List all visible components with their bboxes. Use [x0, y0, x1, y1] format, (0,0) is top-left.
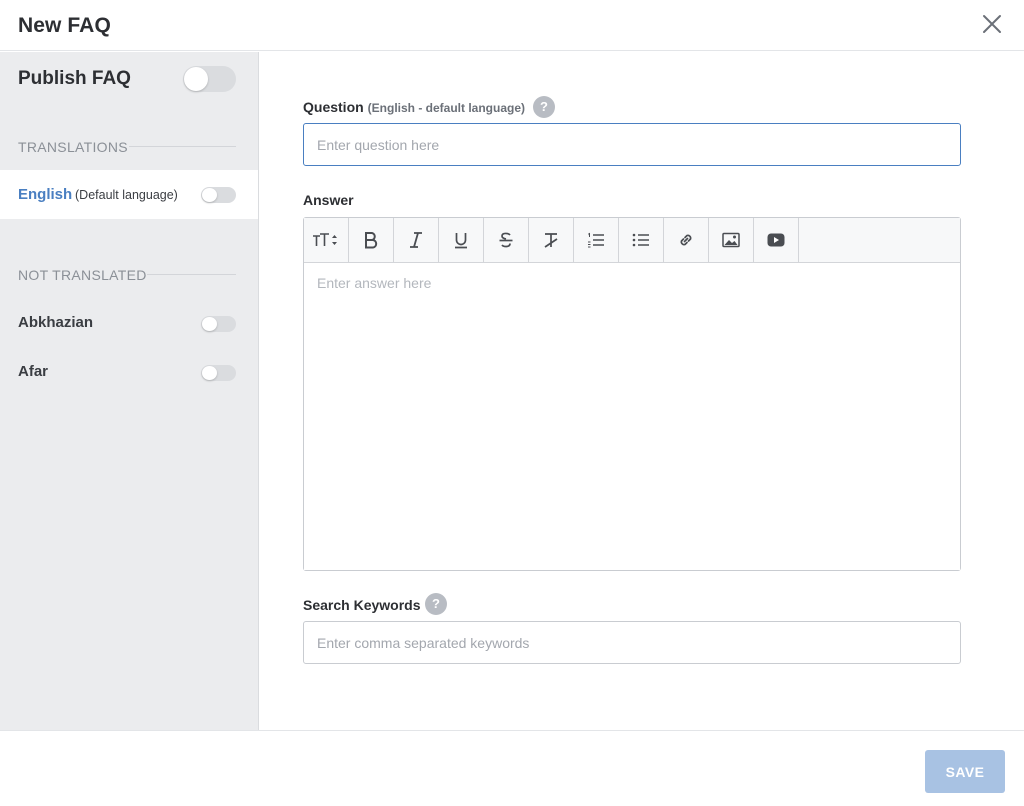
clear-format-icon[interactable]: [529, 218, 574, 262]
translations-heading: TRANSLATIONS: [18, 139, 128, 155]
keywords-help-icon[interactable]: ?: [425, 593, 447, 615]
toggle-knob: [202, 317, 217, 331]
save-button[interactable]: SAVE: [925, 750, 1005, 793]
answer-editor: [303, 217, 961, 571]
close-icon[interactable]: [980, 12, 1004, 36]
question-help-icon[interactable]: ?: [533, 96, 555, 118]
language-name: English: [18, 186, 73, 203]
link-icon[interactable]: [664, 218, 709, 262]
video-icon[interactable]: [754, 218, 799, 262]
publish-label: Publish FAQ: [18, 68, 131, 89]
publish-toggle[interactable]: [183, 66, 236, 92]
keywords-input[interactable]: [303, 621, 961, 664]
ordered-list-icon[interactable]: [574, 218, 619, 262]
question-label-text: Question: [303, 99, 364, 115]
question-hint: (English - default language): [367, 101, 526, 115]
sidebar-item-abkhazian[interactable]: Abkhazian: [0, 305, 258, 341]
sidebar-item-afar[interactable]: Afar: [0, 354, 258, 390]
sidebar-item-english[interactable]: English (Default language): [0, 170, 258, 219]
divider: [147, 274, 236, 275]
toggle-knob: [202, 188, 217, 202]
question-label: Question (English - default language): [303, 99, 525, 115]
default-language-note: (Default language): [75, 188, 178, 202]
image-icon[interactable]: [709, 218, 754, 262]
editor-toolbar: [304, 218, 960, 263]
underline-icon[interactable]: [439, 218, 484, 262]
faq-form: Question(English - default language) ? A…: [260, 52, 1024, 730]
font-size-icon[interactable]: [304, 218, 349, 262]
keywords-label: Search Keywords: [303, 597, 421, 613]
not-translated-heading: NOT TRANSLATED: [18, 267, 147, 283]
english-toggle[interactable]: [201, 187, 236, 203]
divider: [129, 146, 236, 147]
toggle-knob: [202, 366, 217, 380]
answer-textarea[interactable]: [304, 263, 960, 570]
bold-icon[interactable]: [349, 218, 394, 262]
modal-footer: SAVE: [0, 730, 1024, 806]
italic-icon[interactable]: [394, 218, 439, 262]
afar-toggle[interactable]: [201, 365, 236, 381]
modal-title: New FAQ: [18, 14, 111, 37]
modal-header: New FAQ: [0, 0, 1024, 51]
abkhazian-toggle[interactable]: [201, 316, 236, 332]
language-name: Afar: [18, 363, 49, 380]
strikethrough-icon[interactable]: [484, 218, 529, 262]
language-name: Abkhazian: [18, 314, 94, 331]
publish-row: Publish FAQ: [0, 52, 258, 108]
sidebar: Publish FAQ TRANSLATIONS English (Defaul…: [0, 52, 259, 730]
unordered-list-icon[interactable]: [619, 218, 664, 262]
toggle-knob: [184, 67, 208, 91]
answer-label: Answer: [303, 192, 354, 208]
question-input[interactable]: [303, 123, 961, 166]
